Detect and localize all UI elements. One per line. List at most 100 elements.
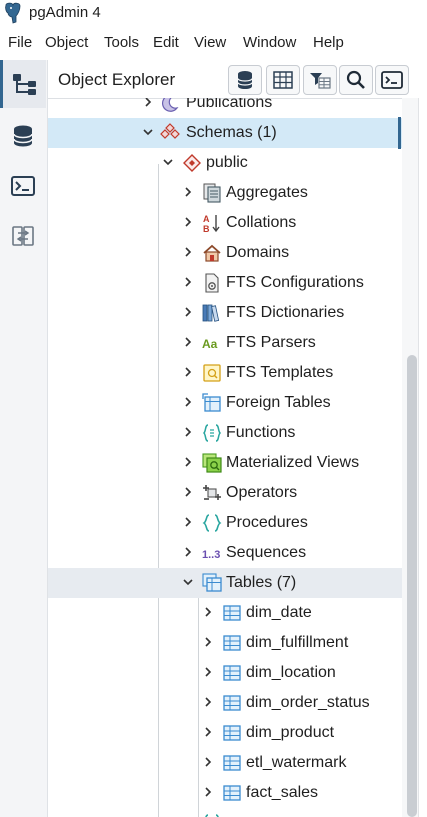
tree-node-label: FTS Configurations [226, 274, 364, 291]
search-objects-button[interactable] [339, 65, 373, 95]
tree-scrollbar-thumb[interactable] [407, 355, 417, 817]
table-icon [223, 695, 241, 711]
object-explorer-title: Object Explorer [58, 70, 176, 89]
tree-node-label: Operators [226, 484, 298, 501]
chevron-right-icon[interactable] [202, 756, 214, 768]
tree-node-publications[interactable]: Publications [48, 98, 402, 118]
tree-node-table[interactable]: dim_fulfillment [48, 628, 402, 658]
menu-view[interactable]: View [194, 34, 226, 51]
tree-node-partial[interactable] [48, 808, 402, 817]
tree-node-label: Tables (7) [226, 574, 297, 591]
tree-node-label: Domains [226, 244, 290, 261]
fts-dictionary-icon [202, 304, 220, 322]
tree-node-table[interactable]: etl_watermark [48, 748, 402, 778]
left-toolbar [0, 60, 48, 817]
schema-icon [183, 154, 201, 172]
table-grid-icon [273, 71, 293, 89]
table-icon [223, 725, 241, 741]
chevron-right-icon[interactable] [182, 426, 194, 438]
chevron-down-icon[interactable] [142, 126, 154, 138]
collation-icon: A B [203, 214, 220, 233]
tree-node-label: etl_watermark [246, 754, 347, 771]
object-explorer-header: Object Explorer [48, 60, 427, 99]
table-icon [223, 755, 241, 771]
chevron-right-icon[interactable] [202, 786, 214, 798]
chevron-right-icon[interactable] [182, 396, 194, 408]
object-tree: Publications Schemas (1) public Aggregat… [48, 98, 402, 817]
chevron-down-icon[interactable] [182, 576, 194, 588]
query-tool-button[interactable] [228, 65, 262, 95]
tree-node-public[interactable]: public [48, 148, 402, 178]
selection-marker [398, 117, 401, 149]
chevron-right-icon[interactable] [142, 98, 154, 108]
menu-help[interactable]: Help [313, 34, 344, 51]
menu-object[interactable]: Object [45, 34, 88, 51]
tree-node-fts-dictionaries[interactable]: FTS Dictionaries [48, 298, 402, 328]
tree-node-label: dim_order_status [246, 694, 370, 711]
chevron-right-icon[interactable] [182, 306, 194, 318]
menu-tools[interactable]: Tools [104, 34, 139, 51]
tree-node-label: dim_location [246, 664, 336, 681]
tree-node-label: Schemas (1) [186, 124, 277, 141]
chevron-right-icon[interactable] [182, 246, 194, 258]
schema-diff-button[interactable] [0, 212, 46, 260]
chevron-right-icon[interactable] [202, 636, 214, 648]
psql-tool-button[interactable] [0, 162, 46, 210]
tree-node-table[interactable]: fact_sales [48, 778, 402, 808]
tree-node-sequences[interactable]: 1..3 Sequences [48, 538, 402, 568]
tree-node-aggregates[interactable]: Aggregates [48, 178, 402, 208]
chevron-right-icon[interactable] [182, 456, 194, 468]
chevron-right-icon[interactable] [182, 546, 194, 558]
tree-node-table[interactable]: dim_order_status [48, 688, 402, 718]
tree-node-procedures[interactable]: Procedures [48, 508, 402, 538]
tree-node-domains[interactable]: Domains [48, 238, 402, 268]
chevron-right-icon[interactable] [202, 726, 214, 738]
tree-node-table[interactable]: dim_date [48, 598, 402, 628]
tree-node-materialized-views[interactable]: Materialized Views [48, 448, 402, 478]
tree-node-label: fact_sales [246, 784, 319, 801]
chevron-right-icon[interactable] [182, 366, 194, 378]
aggregate-icon [203, 183, 221, 203]
chevron-right-icon[interactable] [182, 216, 194, 228]
tree-node-label: Collations [226, 214, 297, 231]
chevron-right-icon[interactable] [182, 336, 194, 348]
tree-node-fts-templates[interactable]: FTS Templates [48, 358, 402, 388]
chevron-right-icon[interactable] [202, 666, 214, 678]
chevron-right-icon[interactable] [202, 696, 214, 708]
tree-node-fts-configurations[interactable]: FTS Configurations [48, 268, 402, 298]
tree-node-label: Materialized Views [226, 454, 360, 471]
filtered-rows-button[interactable] [303, 65, 337, 95]
procedure-icon [202, 514, 222, 532]
terminal-icon [11, 176, 35, 196]
search-icon [346, 70, 365, 89]
table-icon [223, 635, 241, 651]
tree-node-table[interactable]: dim_location [48, 658, 402, 688]
chevron-right-icon[interactable] [182, 186, 194, 198]
chevron-right-icon[interactable] [182, 516, 194, 528]
fts-configuration-icon [205, 273, 219, 293]
table-icon [223, 665, 241, 681]
view-data-button[interactable] [266, 65, 300, 95]
tree-node-schemas[interactable]: Schemas (1) [48, 118, 402, 148]
chevron-right-icon[interactable] [182, 486, 194, 498]
chevron-down-icon[interactable] [162, 156, 174, 168]
query-tool-button[interactable] [0, 112, 46, 160]
title-bar: pgAdmin 4 [0, 0, 427, 28]
pgadmin-logo-icon [5, 2, 21, 24]
chevron-right-icon[interactable] [182, 276, 194, 288]
tree-node-functions[interactable]: Functions [48, 418, 402, 448]
tree-node-foreign-tables[interactable]: Foreign Tables [48, 388, 402, 418]
chevron-right-icon[interactable] [202, 606, 214, 618]
tree-node-tables[interactable]: Tables (7) [48, 568, 402, 598]
menu-file[interactable]: File [8, 34, 32, 51]
tree-node-label: Functions [226, 424, 296, 441]
tree-node-collations[interactable]: A B Collations [48, 208, 402, 238]
tree-node-table[interactable]: dim_product [48, 718, 402, 748]
menu-edit[interactable]: Edit [153, 34, 179, 51]
psql-tool-button[interactable] [375, 65, 409, 95]
object-explorer-button[interactable] [0, 60, 46, 108]
window-title: pgAdmin 4 [29, 4, 101, 21]
tree-node-operators[interactable]: Operators [48, 478, 402, 508]
tree-node-fts-parsers[interactable]: Aa FTS Parsers [48, 328, 402, 358]
menu-window[interactable]: Window [243, 34, 296, 51]
